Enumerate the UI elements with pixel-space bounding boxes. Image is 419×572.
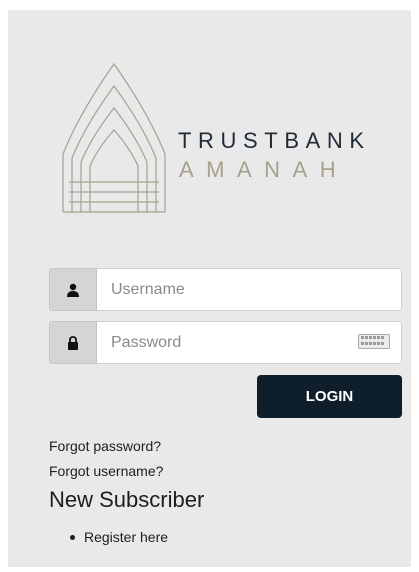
user-icon: [67, 283, 79, 297]
brand-logo: TRUSTBANK AMANAH: [60, 62, 402, 230]
forgot-username-link[interactable]: Forgot username?: [49, 463, 163, 479]
arch-logo-icon: [62, 62, 166, 213]
lock-icon: [68, 335, 78, 350]
register-link[interactable]: Register here: [84, 529, 168, 545]
register-list-item: Register here: [70, 529, 168, 545]
username-field: [49, 268, 402, 311]
password-addon: [49, 321, 97, 364]
password-field: [49, 321, 402, 364]
virtual-keyboard-icon[interactable]: [358, 334, 390, 349]
username-input[interactable]: [97, 268, 402, 311]
new-subscriber-heading: New Subscriber: [49, 487, 205, 512]
login-button[interactable]: LOGIN: [257, 375, 402, 418]
forgot-password-link[interactable]: Forgot password?: [49, 438, 161, 454]
username-addon: [49, 268, 97, 311]
bullet-icon: [70, 534, 75, 540]
login-panel: TRUSTBANK AMANAH LOGIN Forgot password? …: [8, 10, 411, 567]
password-input[interactable]: [97, 321, 402, 364]
brand-subname: AMANAH: [179, 157, 349, 182]
brand-name: TRUSTBANK: [178, 128, 371, 153]
